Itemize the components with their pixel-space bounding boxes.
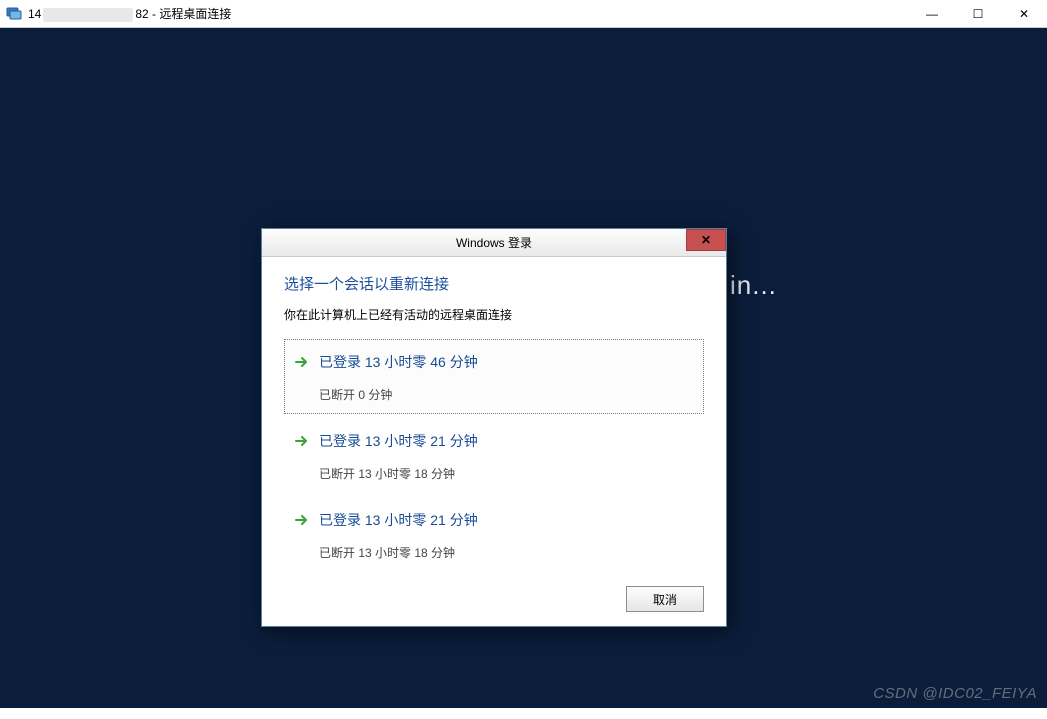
cancel-button[interactable]: 取消 — [626, 586, 704, 612]
rdp-app-icon — [6, 6, 22, 22]
cancel-label: 取消 — [653, 591, 677, 608]
session-detail: 已断开 13 小时零 18 分钟 — [319, 465, 693, 482]
remote-desktop-area: in... Windows 登录 ✕ 选择一个会话以重新连接 你在此计算机上已经… — [0, 28, 1047, 708]
dialog-title: Windows 登录 — [456, 234, 532, 251]
outer-window-titlebar: 1482 - 远程桌面连接 — ☐ ✕ — [0, 0, 1047, 28]
arrow-right-icon — [295, 434, 309, 448]
close-button[interactable]: ✕ — [1001, 0, 1047, 28]
session-title: 已登录 13 小时零 46 分钟 — [319, 352, 478, 372]
session-item[interactable]: 已登录 13 小时零 21 分钟 已断开 13 小时零 18 分钟 — [284, 418, 704, 493]
session-detail: 已断开 13 小时零 18 分钟 — [319, 544, 693, 561]
dialog-titlebar[interactable]: Windows 登录 ✕ — [262, 229, 726, 257]
dialog-subtext: 你在此计算机上已经有活动的远程桌面连接 — [284, 306, 704, 323]
arrow-right-icon — [295, 355, 309, 369]
arrow-right-icon — [295, 513, 309, 527]
maximize-button[interactable]: ☐ — [955, 0, 1001, 28]
redacted-ip — [43, 8, 133, 22]
windows-login-dialog: Windows 登录 ✕ 选择一个会话以重新连接 你在此计算机上已经有活动的远程… — [261, 228, 727, 627]
dialog-heading: 选择一个会话以重新连接 — [284, 273, 704, 294]
dialog-close-button[interactable]: ✕ — [686, 229, 726, 251]
minimize-button[interactable]: — — [909, 0, 955, 28]
session-item[interactable]: 已登录 13 小时零 21 分钟 已断开 13 小时零 18 分钟 — [284, 497, 704, 572]
session-title: 已登录 13 小时零 21 分钟 — [319, 431, 478, 451]
window-title: 1482 - 远程桌面连接 — [28, 5, 231, 22]
session-title: 已登录 13 小时零 21 分钟 — [319, 510, 478, 530]
background-signin-text: in... — [730, 270, 777, 301]
close-icon: ✕ — [701, 233, 711, 247]
session-list: 已登录 13 小时零 46 分钟 已断开 0 分钟 已登录 13 小时零 21 … — [284, 339, 704, 572]
watermark-text: CSDN @IDC02_FEIYA — [873, 685, 1037, 702]
session-item[interactable]: 已登录 13 小时零 46 分钟 已断开 0 分钟 — [284, 339, 704, 414]
session-detail: 已断开 0 分钟 — [319, 386, 693, 403]
